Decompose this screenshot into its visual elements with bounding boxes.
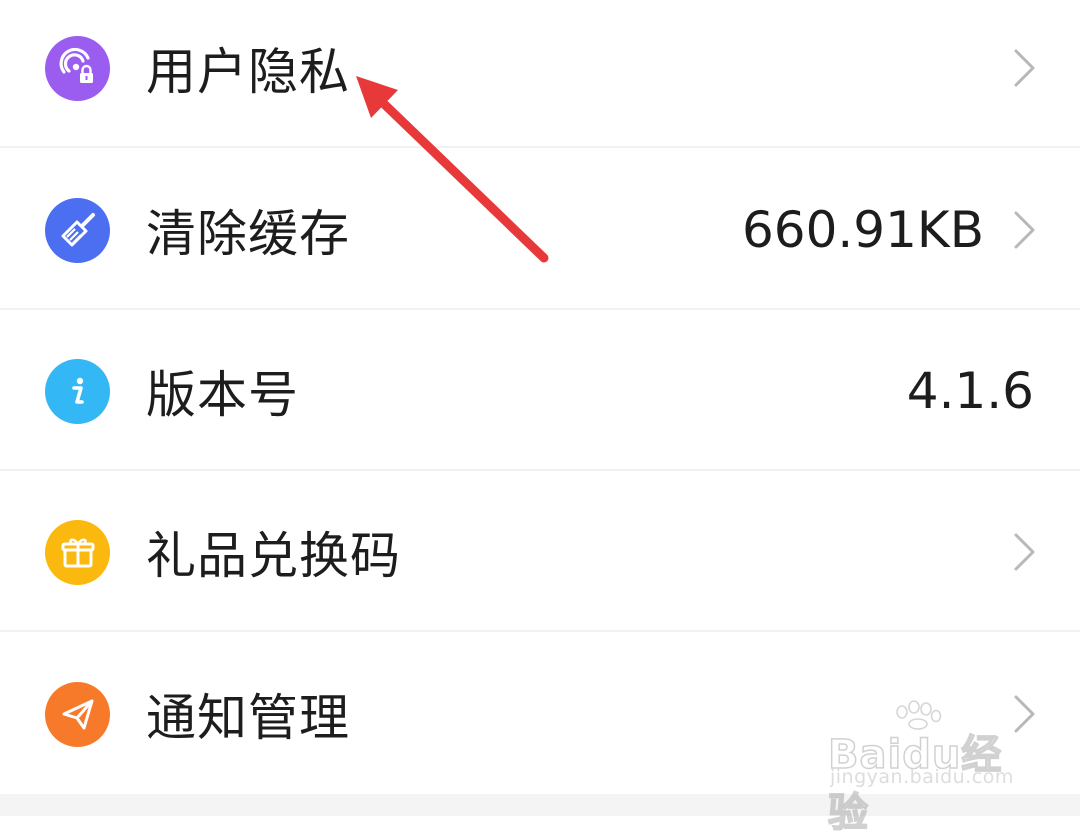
settings-item-clear-cache[interactable]: 清除缓存 660.91KB: [0, 150, 1080, 310]
settings-list: 用户隐私 清除缓存 660.91KB 版本号 4.1.6 礼品兑换码 通知管理: [0, 0, 1080, 794]
divider: [0, 308, 1080, 310]
settings-item-label: 礼品兑换码: [146, 527, 401, 585]
settings-item-notification-management[interactable]: 通知管理: [0, 634, 1080, 794]
version-value: 4.1.6: [906, 362, 1034, 420]
bottom-strip: [0, 794, 1080, 816]
paper-plane-icon: [45, 681, 110, 747]
chevron-right-icon: [1014, 49, 1035, 87]
settings-item-label: 版本号: [146, 366, 299, 424]
settings-item-version: 版本号 4.1.6: [0, 311, 1080, 471]
divider: [0, 146, 1080, 148]
chevron-right-icon: [1014, 211, 1035, 249]
chevron-right-icon: [1014, 695, 1035, 733]
divider: [0, 630, 1080, 632]
settings-item-label: 通知管理: [146, 689, 350, 747]
chevron-right-icon: [1014, 533, 1035, 571]
settings-item-user-privacy[interactable]: 用户隐私: [0, 0, 1080, 148]
settings-item-label: 清除缓存: [146, 205, 350, 263]
gift-icon: [45, 519, 110, 585]
privacy-lock-icon: [45, 35, 110, 101]
divider: [0, 469, 1080, 471]
settings-item-gift-code[interactable]: 礼品兑换码: [0, 472, 1080, 632]
info-icon: [45, 358, 110, 424]
settings-item-label: 用户隐私: [146, 43, 350, 101]
cache-size-value: 660.91KB: [741, 201, 984, 259]
broom-icon: [45, 197, 110, 263]
